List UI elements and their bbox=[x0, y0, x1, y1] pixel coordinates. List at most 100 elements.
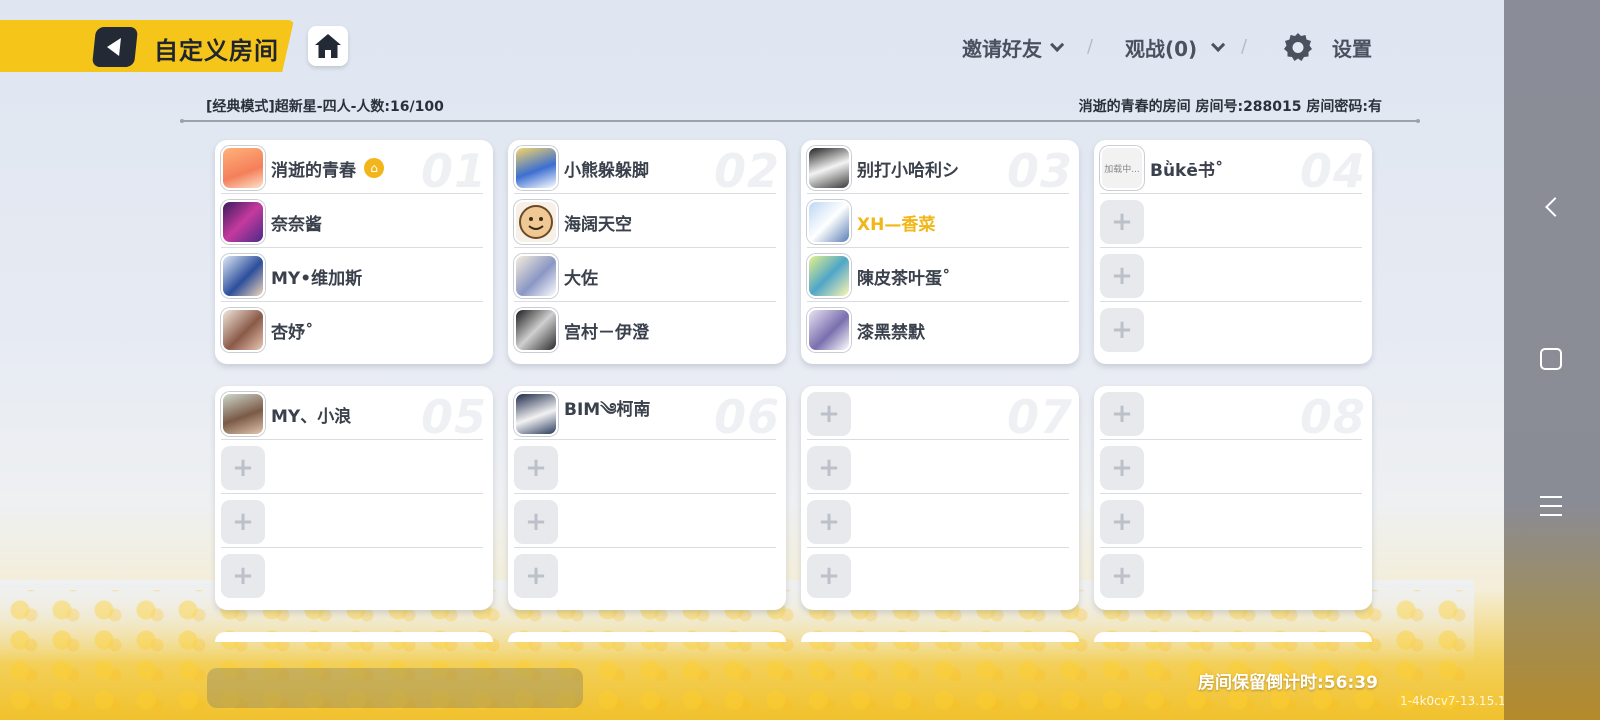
player-slot[interactable]: MY•维加斯 bbox=[221, 250, 483, 302]
player-slot[interactable]: 加载中... Bǜkē书˚ bbox=[1100, 142, 1362, 194]
player-slot[interactable]: 海阔天空 bbox=[514, 196, 776, 248]
add-player-button[interactable]: + bbox=[514, 500, 558, 544]
add-player-button[interactable]: + bbox=[1100, 392, 1144, 436]
system-home-icon[interactable] bbox=[1540, 348, 1562, 370]
player-slot[interactable]: 杏妤˚ bbox=[221, 304, 483, 356]
avatar bbox=[221, 146, 265, 190]
empty-slot[interactable]: + bbox=[807, 550, 1069, 602]
add-player-button[interactable]: + bbox=[807, 554, 851, 598]
player-slot[interactable]: BIM༄柯南 bbox=[514, 388, 776, 440]
player-slot[interactable]: 漆黑禁默 bbox=[807, 304, 1069, 356]
invite-friends-button[interactable]: 邀请好友 bbox=[962, 32, 1065, 62]
team-card-03: 03 别打小哈利シ XH—香菜 陳皮茶叶蛋˚ 漆黑禁默 bbox=[801, 140, 1079, 364]
avatar bbox=[514, 392, 558, 436]
slot-divider bbox=[807, 301, 1069, 302]
player-slot[interactable]: XH—香菜 bbox=[807, 196, 1069, 248]
avatar bbox=[514, 254, 558, 298]
add-player-button[interactable]: + bbox=[807, 446, 851, 490]
empty-slot[interactable]: + bbox=[1100, 250, 1362, 302]
player-name: 大佐 bbox=[564, 268, 598, 289]
player-name: 陳皮茶叶蛋˚ bbox=[857, 268, 951, 289]
home-icon bbox=[315, 34, 341, 58]
player-slot[interactable]: MY、小浪 bbox=[221, 388, 483, 440]
player-name: 漆黑禁默 bbox=[857, 322, 925, 343]
player-slot[interactable]: 陳皮茶叶蛋˚ bbox=[807, 250, 1069, 302]
avatar-loading: 加载中... bbox=[1100, 146, 1144, 190]
empty-slot[interactable]: + bbox=[1100, 388, 1362, 440]
add-player-button[interactable]: + bbox=[221, 446, 265, 490]
slot-divider bbox=[514, 247, 776, 248]
empty-slot[interactable]: + bbox=[807, 442, 1069, 494]
system-back-icon[interactable] bbox=[1545, 197, 1565, 217]
empty-slot[interactable]: + bbox=[807, 388, 1069, 440]
home-button[interactable] bbox=[308, 26, 348, 66]
game-mode-info: [经典模式]超新星-四人-人数:16/100 bbox=[206, 99, 444, 115]
empty-slot[interactable]: + bbox=[514, 496, 776, 548]
slot-divider bbox=[514, 493, 776, 494]
add-player-button[interactable]: + bbox=[514, 554, 558, 598]
avatar bbox=[221, 392, 265, 436]
empty-slot[interactable]: + bbox=[807, 496, 1069, 548]
add-player-button[interactable]: + bbox=[1100, 200, 1144, 244]
add-player-button[interactable]: + bbox=[221, 554, 265, 598]
empty-slot[interactable]: + bbox=[514, 442, 776, 494]
avatar bbox=[807, 308, 851, 352]
system-nav-bar bbox=[1504, 0, 1600, 720]
empty-slot[interactable]: + bbox=[1100, 550, 1362, 602]
slot-divider bbox=[221, 301, 483, 302]
spectate-button[interactable]: 观战(0) bbox=[1125, 32, 1226, 62]
empty-slot[interactable]: + bbox=[1100, 442, 1362, 494]
add-player-button[interactable]: + bbox=[1100, 554, 1144, 598]
empty-slot[interactable]: + bbox=[1100, 304, 1362, 356]
team-card-partial bbox=[801, 632, 1079, 642]
team-card-01: 01 消逝的青春 ⌂ 奈奈酱 MY•维加斯 杏妤˚ bbox=[215, 140, 493, 364]
room-owner-icon: ⌂ bbox=[364, 158, 384, 178]
add-player-button[interactable]: + bbox=[1100, 254, 1144, 298]
chat-input-bar[interactable] bbox=[207, 668, 583, 708]
system-menu-icon[interactable] bbox=[1540, 496, 1562, 523]
add-player-button[interactable]: + bbox=[807, 392, 851, 436]
player-slot[interactable]: 奈奈酱 bbox=[221, 196, 483, 248]
avatar bbox=[807, 200, 851, 244]
slot-divider bbox=[514, 547, 776, 548]
avatar bbox=[807, 254, 851, 298]
room-countdown: 房间保留倒计时:56:39 bbox=[1198, 673, 1378, 693]
chevron-down-icon bbox=[1211, 37, 1226, 52]
team-card-04: 04 加载中... Bǜkē书˚ + + + bbox=[1094, 140, 1372, 364]
player-name: MY、小浪 bbox=[271, 406, 352, 427]
empty-slot[interactable]: + bbox=[221, 550, 483, 602]
team-card-06: 06 BIM༄柯南 + + + bbox=[508, 386, 786, 610]
room-details: 消逝的青春的房间 房间号:288015 房间密码:有 bbox=[1078, 99, 1382, 115]
empty-slot[interactable]: + bbox=[514, 550, 776, 602]
avatar bbox=[221, 308, 265, 352]
avatar bbox=[514, 308, 558, 352]
add-player-button[interactable]: + bbox=[1100, 446, 1144, 490]
add-player-button[interactable]: + bbox=[221, 500, 265, 544]
player-slot[interactable]: 宫村－伊澄 bbox=[514, 304, 776, 356]
player-name: Bǜkē书˚ bbox=[1150, 160, 1224, 181]
add-player-button[interactable]: + bbox=[514, 446, 558, 490]
empty-slot[interactable]: + bbox=[221, 496, 483, 548]
slot-divider bbox=[1100, 247, 1362, 248]
team-card-partial bbox=[215, 632, 493, 642]
player-slot[interactable]: 别打小哈利シ bbox=[807, 142, 1069, 194]
settings-button[interactable]: 设置 bbox=[1282, 32, 1372, 62]
slot-divider bbox=[1100, 193, 1362, 194]
player-slot[interactable]: 大佐 bbox=[514, 250, 776, 302]
empty-slot[interactable]: + bbox=[1100, 496, 1362, 548]
slot-divider bbox=[807, 193, 1069, 194]
add-player-button[interactable]: + bbox=[1100, 500, 1144, 544]
divider-dot bbox=[180, 119, 184, 123]
slot-divider bbox=[221, 493, 483, 494]
player-slot[interactable]: 小熊躲躲脚 bbox=[514, 142, 776, 194]
add-player-button[interactable]: + bbox=[807, 500, 851, 544]
empty-slot[interactable]: + bbox=[221, 442, 483, 494]
back-arrow-icon bbox=[106, 38, 121, 56]
player-name: MY•维加斯 bbox=[271, 268, 363, 289]
empty-slot[interactable]: + bbox=[1100, 196, 1362, 248]
team-card-partial bbox=[508, 632, 786, 642]
player-slot[interactable]: 消逝的青春 ⌂ bbox=[221, 142, 483, 194]
add-player-button[interactable]: + bbox=[1100, 308, 1144, 352]
header-separator: / bbox=[1241, 36, 1248, 57]
back-button[interactable] bbox=[91, 27, 139, 67]
